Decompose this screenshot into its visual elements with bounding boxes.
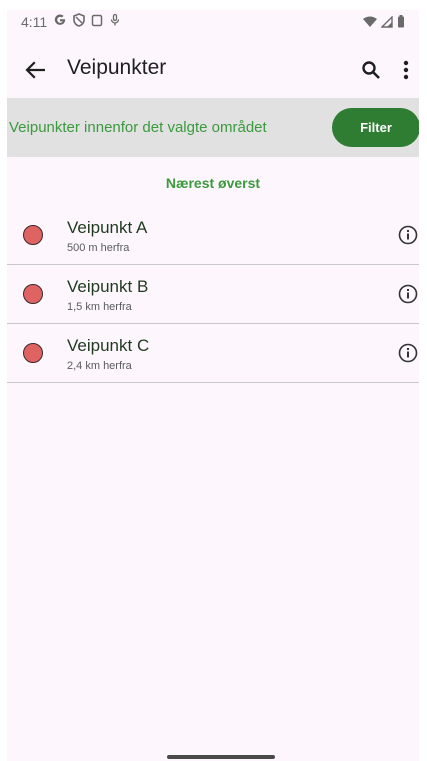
battery-icon	[397, 15, 405, 31]
filter-description: Veipunkter innenfor det valgte området	[9, 119, 267, 136]
list-item[interactable]: Veipunkt B 1,5 km herfra	[7, 265, 419, 324]
wifi-icon	[363, 15, 377, 31]
app-bar: Veipunkter	[7, 44, 419, 96]
waypoint-marker-icon	[23, 225, 43, 245]
list-item[interactable]: Veipunkt C 2,4 km herfra	[7, 324, 419, 383]
waypoint-name: Veipunkt A	[67, 218, 148, 237]
filter-banner: Veipunkter innenfor det valgte området F…	[7, 98, 419, 157]
waypoint-distance: 1,5 km herfra	[67, 301, 132, 313]
info-icon[interactable]	[397, 342, 419, 364]
shield-icon	[73, 13, 86, 30]
back-arrow-icon[interactable]	[21, 56, 49, 84]
status-time: 4:11	[21, 13, 48, 30]
status-left: 4:11	[21, 13, 121, 30]
app-screen: 4:11 Veipunkter Veipunkter innenfor det …	[7, 10, 419, 761]
more-vert-icon[interactable]	[399, 56, 413, 84]
search-icon[interactable]	[357, 56, 385, 84]
waypoint-distance: 500 m herfra	[67, 242, 130, 254]
screenshot-icon	[91, 14, 103, 30]
list-item[interactable]: Veipunkt A 500 m herfra	[7, 206, 419, 265]
waypoint-marker-icon	[23, 284, 43, 304]
status-bar: 4:11	[7, 10, 419, 34]
info-icon[interactable]	[397, 283, 419, 305]
waypoint-name: Veipunkt C	[67, 336, 150, 355]
waypoint-distance: 2,4 km herfra	[67, 360, 132, 372]
signal-icon	[380, 15, 393, 31]
gesture-nav-handle[interactable]	[167, 755, 275, 759]
google-icon	[53, 13, 67, 30]
waypoint-list: Veipunkt A 500 m herfra Veipunkt B 1,5 k…	[7, 206, 419, 383]
filter-button[interactable]: Filter	[332, 108, 419, 147]
waypoint-name: Veipunkt B	[67, 277, 149, 296]
page-title: Veipunkter	[67, 56, 167, 79]
waypoint-marker-icon	[23, 343, 43, 363]
info-icon[interactable]	[397, 224, 419, 246]
sort-order-label[interactable]: Nærest øverst	[7, 175, 419, 191]
mic-icon	[109, 13, 121, 30]
status-right	[363, 15, 405, 31]
